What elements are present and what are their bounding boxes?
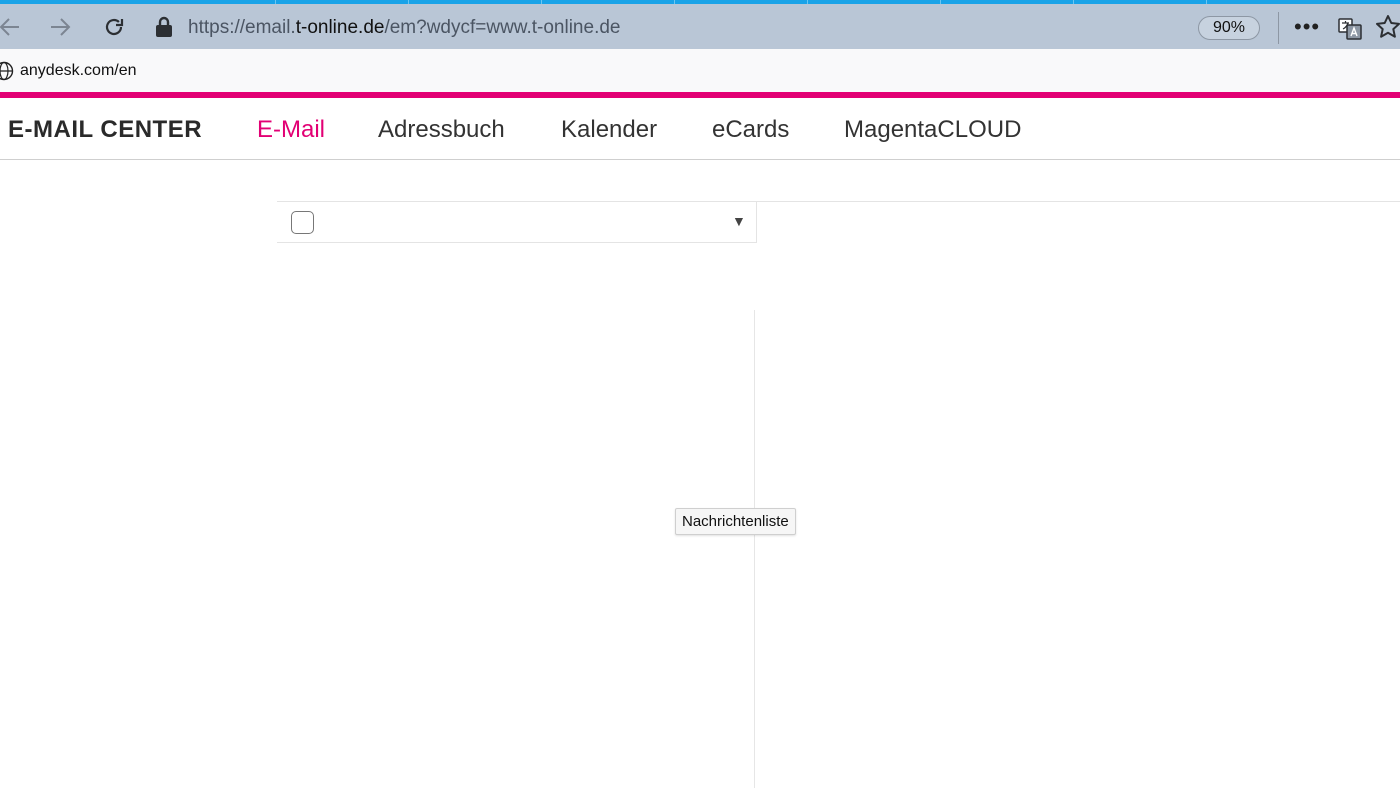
star-icon — [1376, 15, 1400, 38]
url-prefix: https://email. — [188, 17, 296, 38]
toolbar-separator — [1278, 12, 1279, 44]
bookmark-item[interactable]: anydesk.com/en — [0, 61, 137, 81]
arrow-right-icon — [51, 18, 71, 36]
reload-icon — [105, 18, 124, 36]
zoom-indicator[interactable]: 90% — [1198, 16, 1260, 40]
translate-icon[interactable] — [1338, 18, 1362, 40]
app-brand-title: E-MAIL CENTER — [8, 116, 203, 143]
browser-toolbar: https://email.t-online.de/em?wdycf=www.t… — [0, 4, 1400, 49]
select-all-checkbox[interactable] — [291, 211, 314, 234]
page-actions-button[interactable]: ••• — [1294, 14, 1320, 40]
bookmarks-bar: anydesk.com/en — [0, 49, 1400, 92]
pane-splitter[interactable] — [754, 310, 755, 788]
tooltip: Nachrichtenliste — [675, 508, 796, 535]
url-path: /em?wdycf=www.t-online.de — [384, 17, 621, 38]
nav-kalender[interactable]: Kalender — [561, 116, 657, 144]
nav-adressbuch[interactable]: Adressbuch — [378, 116, 505, 144]
reload-button[interactable] — [98, 11, 130, 43]
address-bar[interactable]: https://email.t-online.de/em?wdycf=www.t… — [188, 17, 620, 39]
lock-icon — [156, 16, 172, 37]
globe-icon — [0, 61, 14, 81]
message-list-toolbar: ▼ — [277, 201, 757, 243]
bookmark-label: anydesk.com/en — [20, 62, 137, 79]
nav-ecards[interactable]: eCards — [712, 116, 789, 144]
forward-button[interactable] — [44, 11, 76, 43]
toolbar-divider — [757, 201, 1400, 202]
url-host: t-online.de — [295, 17, 385, 38]
nav-email[interactable]: E-Mail — [257, 116, 325, 144]
arrow-left-icon — [0, 18, 19, 36]
selection-dropdown-button[interactable]: ▼ — [732, 213, 746, 229]
app-navigation: E-MAIL CENTER E-Mail Adressbuch Kalender… — [0, 98, 1400, 160]
bookmark-star-button[interactable] — [1374, 13, 1400, 48]
nav-magentacloud[interactable]: MagentaCLOUD — [844, 116, 1021, 144]
back-button[interactable] — [0, 11, 26, 43]
